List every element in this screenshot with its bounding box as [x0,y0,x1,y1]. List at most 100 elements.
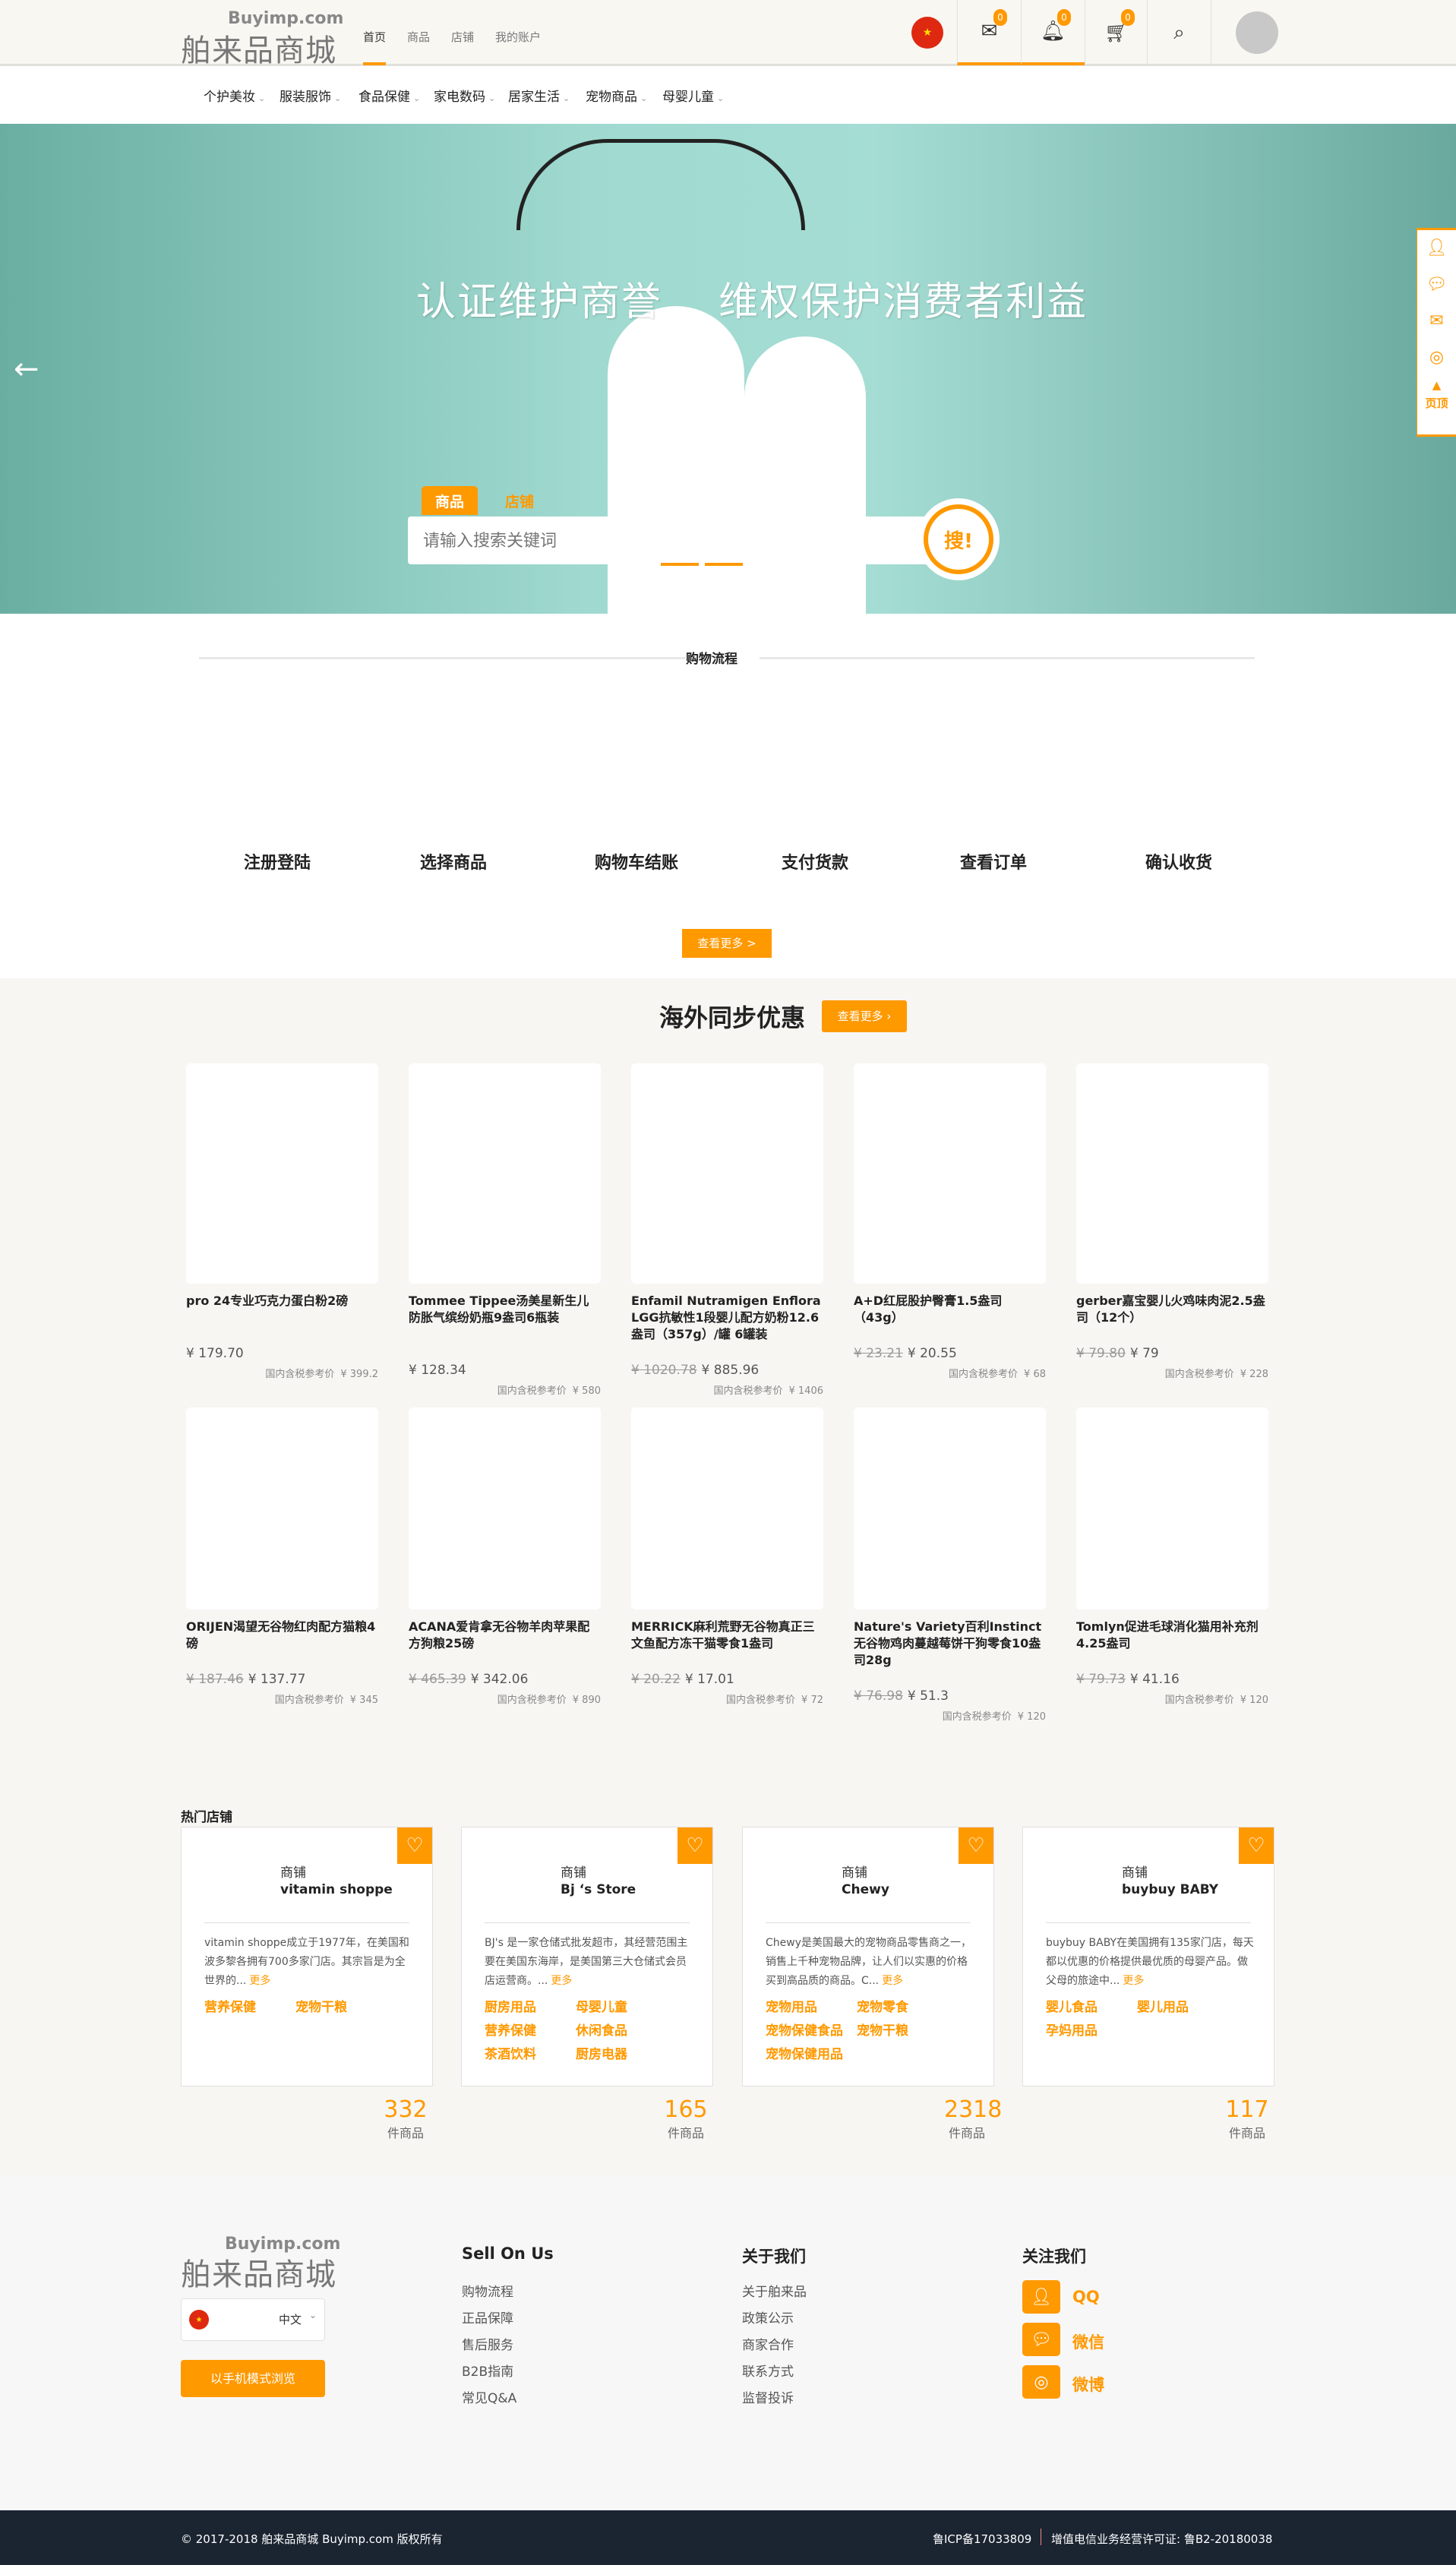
slide-indicator-3[interactable] [749,563,787,566]
cart-button[interactable]: 🛒︎ 0 [1085,0,1148,65]
search-submit-button[interactable]: 搜! [918,498,1000,580]
qq-icon[interactable]: 👤︎ [1022,2280,1060,2314]
store-card[interactable]: ♡ 商铺 vitamin shoppe vitamin shoppe成立于1977年，… [181,1827,433,2086]
store-card[interactable]: ♡ 商铺 Chewy Chewy是美国最大的宠物商品零售商之一，销售上千种宠物品牌，让… [742,1827,994,2086]
product-title[interactable]: ACANA爱肯拿无谷物羊肉苹果配方狗粮25磅 [409,1619,601,1652]
store-tag[interactable]: 宠物用品 [766,1996,857,2015]
messages-button[interactable]: ✉ 0 [957,0,1021,65]
product-title[interactable]: pro 24专业巧克力蛋白粉2磅 [186,1293,378,1309]
store-tag[interactable]: 婴儿食品 [1046,1996,1137,2015]
store-tag[interactable]: 营养保健 [485,2020,576,2039]
weibo-icon[interactable]: ◎ [1417,340,1456,376]
footer-link[interactable]: 政策公示 [742,2308,794,2327]
store-tag[interactable]: 宠物干粮 [857,2020,948,2039]
store-tag[interactable]: 营养保健 [204,1996,295,2015]
slide-indicator-2[interactable] [705,563,743,566]
product-title[interactable]: Enfamil Nutramigen Enflora LGG抗敏性1段婴儿配方奶… [631,1293,823,1343]
store-tag[interactable]: 宠物干粮 [295,1996,387,2015]
product-image[interactable] [854,1063,1046,1284]
weibo-icon[interactable]: ◎ [1022,2365,1060,2399]
category-3[interactable]: 家电数码 ⌄ [434,86,495,105]
slide-indicator-1[interactable] [661,563,699,566]
social-link[interactable]: 微信 [1072,2330,1104,2353]
category-0[interactable]: 个护美妆 ⌄ [204,86,265,105]
product-title[interactable]: ORIJEN渴望无谷物红肉配方猫粮4磅 [186,1619,378,1652]
store-more-link[interactable]: 更多 [249,1975,270,1987]
language-select[interactable]: ★ 中文 ⌄ [181,2298,325,2341]
product-title[interactable]: MERRICK麻利荒野无谷物真正三文鱼配方冻干猫零食1盎司 [631,1619,823,1652]
footer-link[interactable]: 联系方式 [742,2361,794,2380]
wechat-icon[interactable]: 💬︎ [1022,2323,1060,2356]
category-4[interactable]: 居家生活 ⌄ [508,86,570,105]
search-input[interactable] [408,516,943,564]
notifications-button[interactable]: 🔔︎ 0 [1021,0,1085,65]
heart-icon[interactable]: ♡ [677,1827,712,1864]
footer-link[interactable]: 购物流程 [462,2281,513,2300]
back-to-top-button[interactable]: ▲ 页顶 [1417,376,1456,422]
search-button[interactable]: ⌕ [1147,0,1211,65]
heart-icon[interactable]: ♡ [959,1827,993,1864]
category-6[interactable]: 母婴儿童 ⌄ [662,86,724,105]
store-tag[interactable]: 厨房用品 [485,1996,576,2015]
product-title[interactable]: gerber嘉宝婴儿火鸡味肉泥2.5盎司（12个） [1076,1293,1268,1326]
footer-link[interactable]: 监督投诉 [742,2387,794,2406]
category-2[interactable]: 食品保健 ⌄ [358,86,420,105]
store-card[interactable]: ♡ 商铺 Bj ‘s Store BJ's 是一家仓储式批发超市，其经营范围主要在美国… [461,1827,713,2086]
product-image[interactable] [854,1407,1046,1609]
category-5[interactable]: 宠物商品 ⌄ [586,86,647,105]
product-image[interactable] [631,1407,823,1609]
nav-stores[interactable]: 店铺 [451,29,474,45]
category-1[interactable]: 服装服饰 ⌄ [280,86,341,105]
product-image[interactable] [631,1063,823,1284]
product-image[interactable] [1076,1407,1268,1609]
product-image[interactable] [186,1407,378,1609]
product-title[interactable]: Tommee Tippee汤美星新生儿防胀气缤纷奶瓶9盎司6瓶装 [409,1293,601,1326]
deals-more-button[interactable]: 查看更多 › [822,1000,907,1032]
mobile-mode-button[interactable]: 以手机模式浏览 [181,2360,325,2397]
store-more-link[interactable]: 更多 [882,1975,903,1987]
footer-link[interactable]: 正品保障 [462,2308,513,2327]
nav-account[interactable]: 我的账户 [495,29,541,45]
store-tag[interactable]: 婴儿用品 [1137,1996,1228,2015]
footer-link[interactable]: 商家合作 [742,2334,794,2353]
store-tag[interactable]: 厨房电器 [576,2043,667,2062]
nav-home[interactable]: 首页 [363,29,387,65]
product-image[interactable] [186,1063,378,1284]
store-card[interactable]: ♡ 商铺 buybuy BABY buybuy BABY在美国拥有135家门店，每天都… [1022,1827,1274,2086]
wechat-icon[interactable]: 💬︎ [1417,267,1456,303]
logo[interactable]: 舶来品商城 [181,26,336,70]
avatar[interactable] [1211,0,1302,65]
heart-icon[interactable]: ♡ [1239,1827,1274,1864]
store-more-link[interactable]: 更多 [1123,1975,1144,1987]
store-more-link[interactable]: 更多 [551,1975,572,1987]
product-image[interactable] [409,1407,601,1609]
footer-link[interactable]: B2B指南 [462,2361,513,2380]
store-tag[interactable]: 茶酒饮料 [485,2043,576,2062]
product-title[interactable]: A+D红屁股护臀膏1.5盎司（43g） [854,1293,1046,1326]
prev-slide-arrow-icon[interactable]: ← [14,352,39,387]
store-tag[interactable]: 休闲食品 [576,2020,667,2039]
footer-link[interactable]: 常见Q&A [462,2387,516,2406]
footer-link[interactable]: 关于舶来品 [742,2281,807,2300]
language-flag[interactable]: ★ [911,17,943,49]
icp-number[interactable]: 鲁ICP备17033809 [933,2531,1031,2547]
product-image[interactable] [1076,1063,1268,1284]
heart-icon[interactable]: ♡ [397,1827,432,1864]
store-tag[interactable]: 母婴儿童 [576,1996,667,2015]
product-title[interactable]: Tomlyn促进毛球消化猫用补充剂4.25盎司 [1076,1619,1268,1652]
product-image[interactable] [409,1063,601,1284]
qq-icon[interactable]: 👤︎ [1417,230,1456,267]
process-more-button[interactable]: 查看更多 > [682,929,772,958]
social-link[interactable]: 微博 [1072,2373,1104,2396]
footer-link[interactable]: 售后服务 [462,2334,513,2353]
nav-products[interactable]: 商品 [407,29,430,45]
mail-icon[interactable]: ✉ [1417,303,1456,340]
product-title[interactable]: Nature's Variety百利Instinct无谷物鸡肉蔓越莓饼干狗零食1… [854,1619,1046,1669]
store-tag[interactable]: 宠物保健用品 [766,2043,857,2062]
social-link[interactable]: QQ [1072,2288,1100,2306]
store-tag[interactable]: 孕妈用品 [1046,2020,1137,2039]
store-tag[interactable]: 宠物保健食品 [766,2020,857,2039]
store-tag[interactable]: 宠物零食 [857,1996,948,2015]
search-tab-products[interactable]: 商品 [422,486,478,515]
search-tab-stores[interactable]: 店铺 [491,486,548,515]
